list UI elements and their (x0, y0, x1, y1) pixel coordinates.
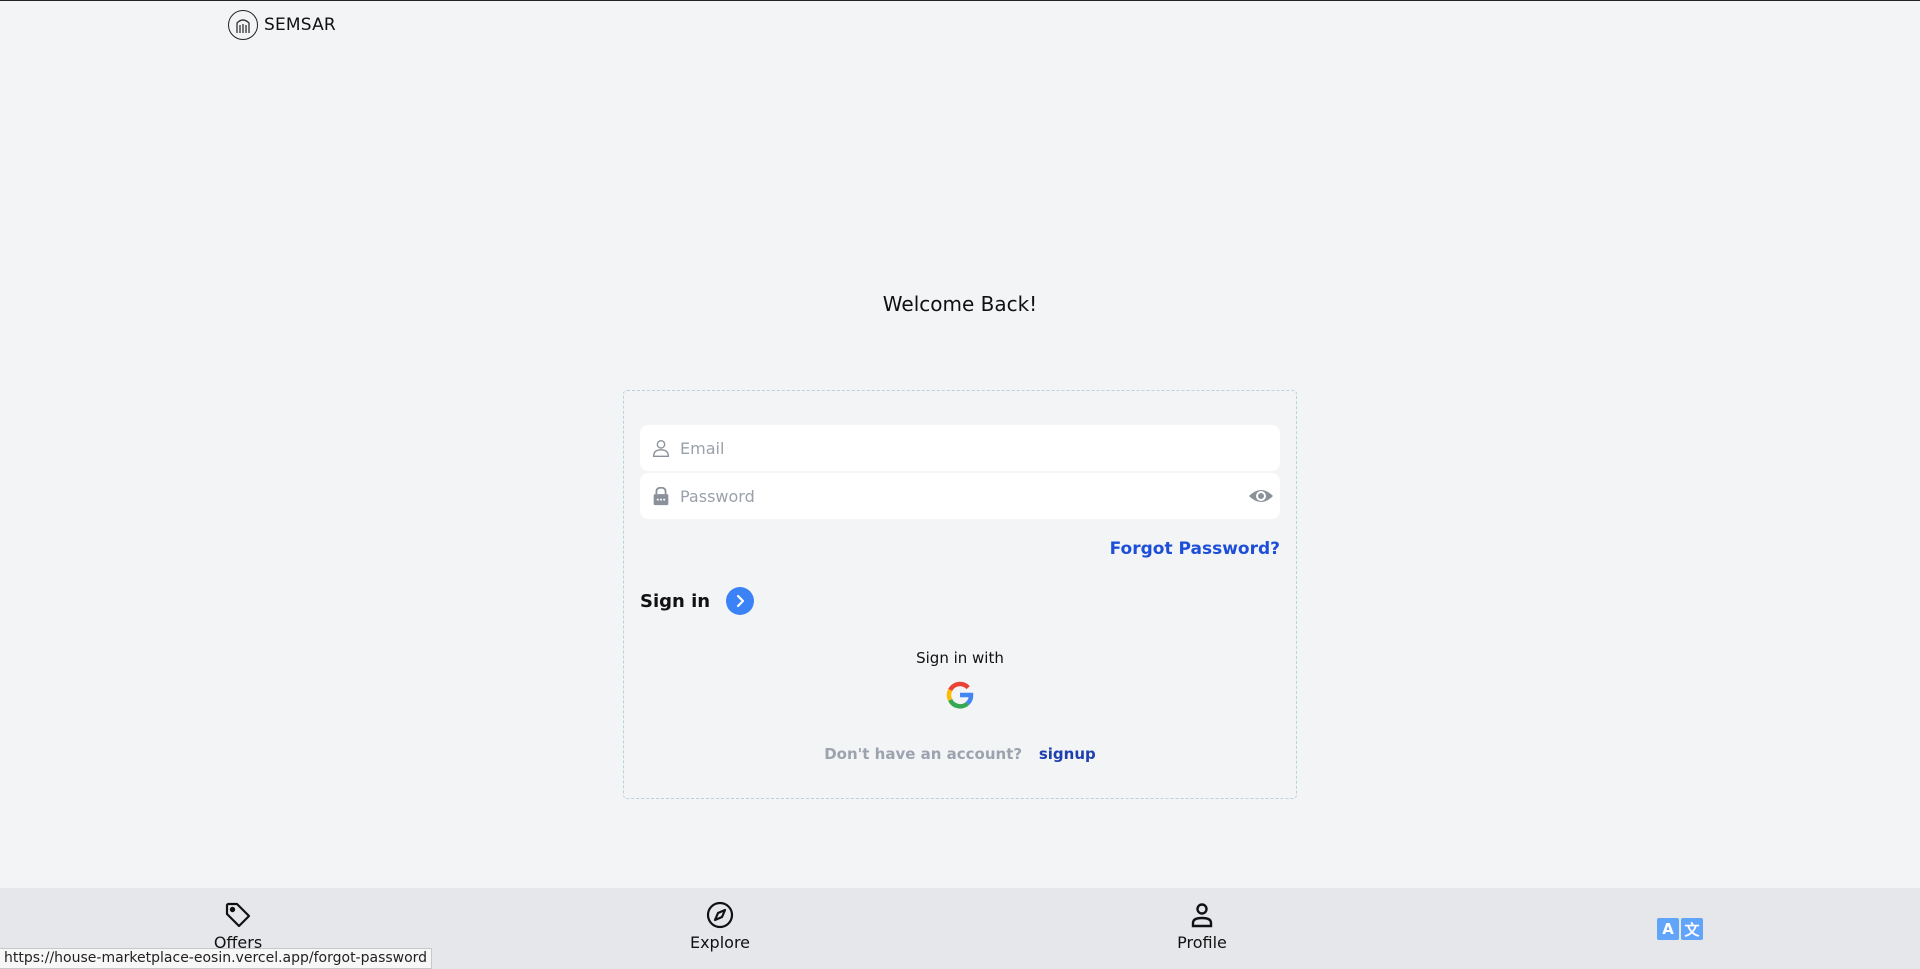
page-title: Welcome Back! (882, 292, 1038, 316)
password-field-container (640, 473, 1280, 519)
nav-item-offers[interactable]: Offers (178, 900, 298, 952)
google-icon[interactable] (944, 679, 976, 711)
lock-icon (653, 486, 669, 506)
nav-label-profile: Profile (1177, 933, 1227, 952)
signin-label: Sign in (640, 590, 711, 612)
signin-button[interactable] (726, 587, 755, 615)
lang-a-glyph: A (1657, 918, 1679, 940)
forgot-password-link[interactable]: Forgot Password? (1110, 539, 1280, 559)
status-bar-url: https://house-marketplace-eosin.vercel.a… (0, 948, 433, 969)
translate-icon[interactable]: A 文 (1657, 918, 1703, 940)
signup-link[interactable]: signup (1039, 745, 1096, 763)
nav-item-profile[interactable]: Profile (1142, 900, 1262, 952)
signup-prompt: Don't have an account? signup (624, 745, 1296, 763)
no-account-text: Don't have an account? (824, 745, 1023, 763)
chevron-right-icon (736, 594, 745, 608)
tag-icon (225, 902, 251, 928)
brand-header[interactable]: SEMSAR (228, 10, 336, 40)
email-input[interactable] (680, 425, 1240, 471)
signin-card: Forgot Password? Sign in Sign in with Do… (623, 390, 1297, 799)
gate-icon (228, 10, 258, 40)
signin-button-row[interactable]: Sign in (640, 587, 755, 615)
window-top-border (0, 0, 1920, 1)
signin-with-label: Sign in with (916, 649, 1004, 667)
person-icon (1191, 903, 1213, 928)
nav-label-explore: Explore (689, 933, 751, 952)
lang-b-glyph: 文 (1681, 918, 1703, 940)
email-field-container (640, 425, 1280, 471)
nav-item-explore[interactable]: Explore (660, 900, 780, 952)
show-password-icon[interactable] (1248, 485, 1274, 507)
brand-name: SEMSAR (264, 15, 336, 35)
password-input[interactable] (680, 473, 1240, 519)
compass-icon (706, 901, 734, 929)
user-icon (652, 439, 670, 457)
